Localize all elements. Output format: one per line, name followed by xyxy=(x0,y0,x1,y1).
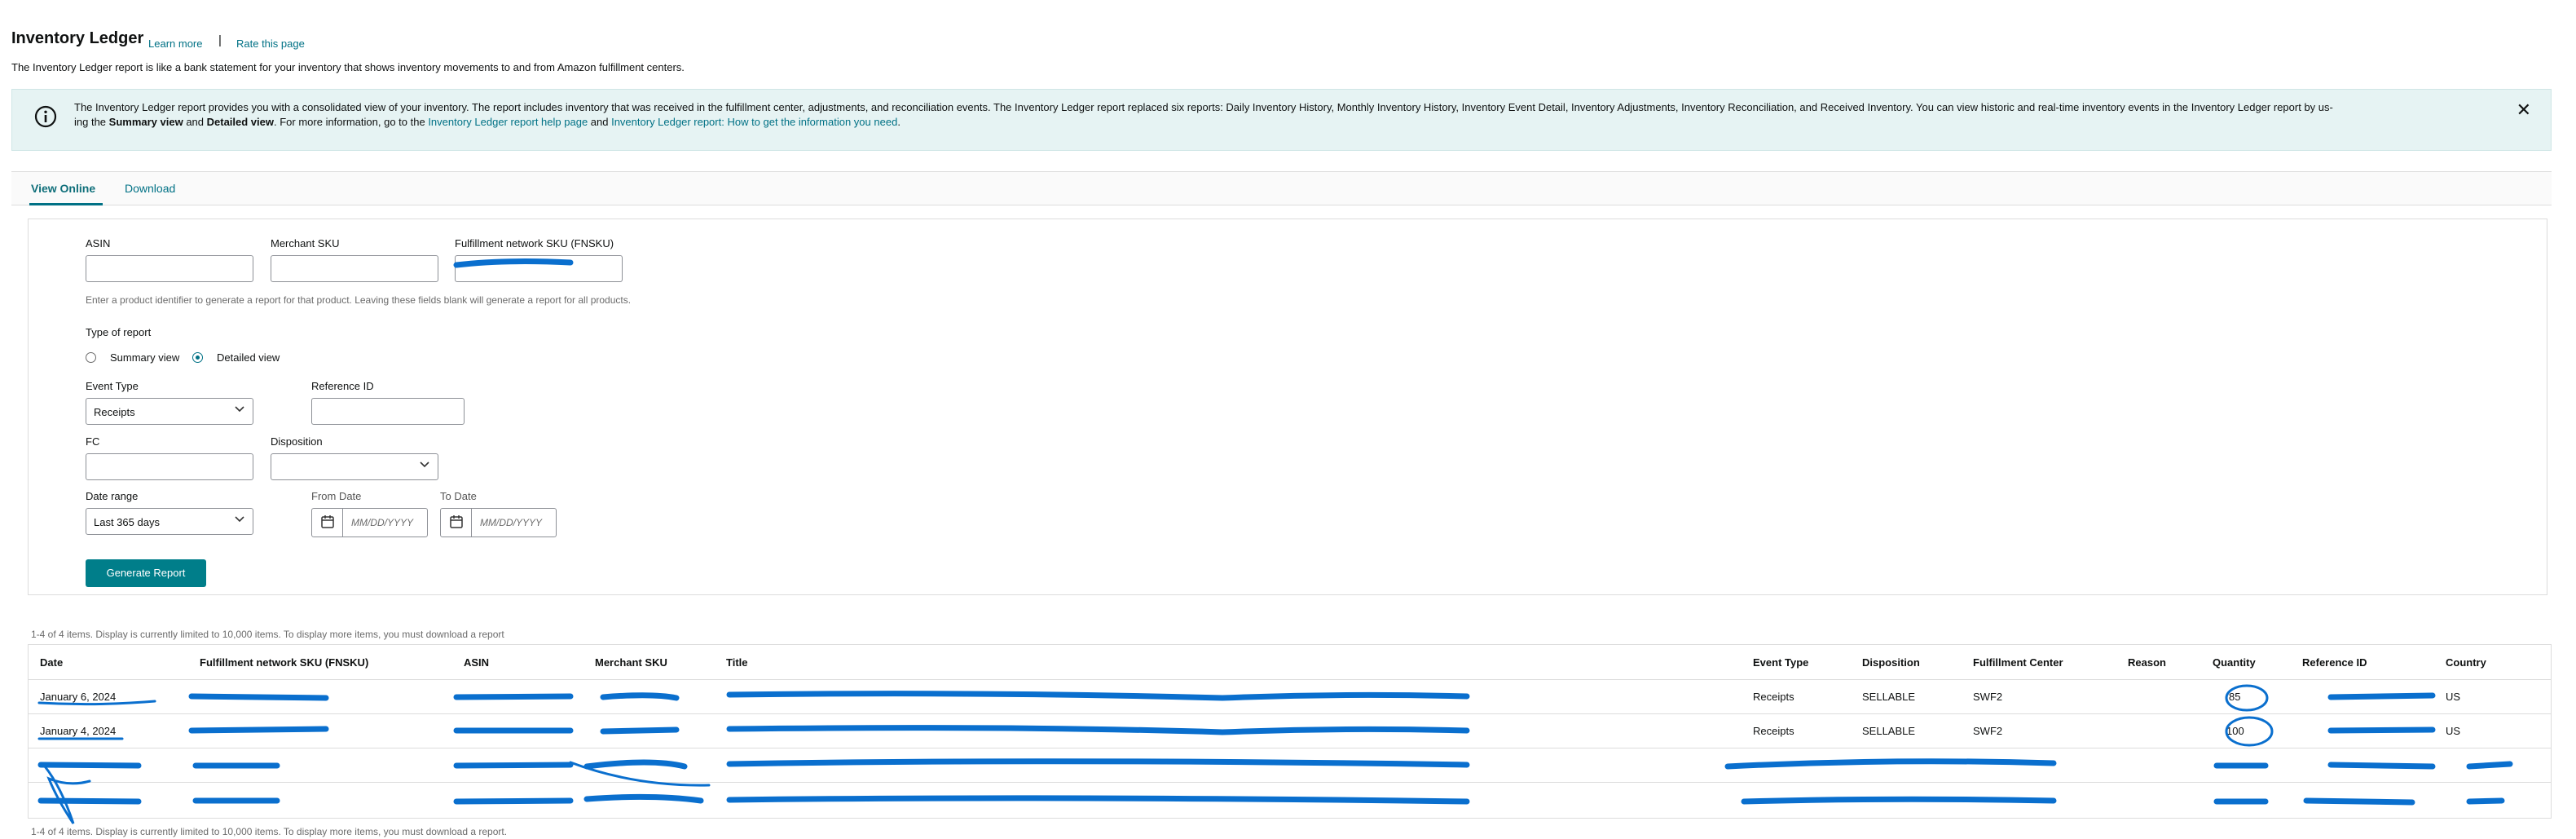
reference-id-label: Reference ID xyxy=(311,380,374,392)
cell-quantity: 85 xyxy=(2229,691,2241,703)
col-quantity[interactable]: Quantity xyxy=(2213,656,2256,669)
fc-label: FC xyxy=(86,435,100,448)
report-tabs: View Online Download xyxy=(11,171,2552,205)
col-fnsku[interactable]: Fulfillment network SKU (FNSKU) xyxy=(200,656,368,669)
generate-report-button[interactable]: Generate Report xyxy=(86,559,206,587)
event-type-select[interactable]: Receipts xyxy=(86,398,253,425)
date-range-label: Date range xyxy=(86,490,139,502)
cell-country: US xyxy=(2446,691,2461,703)
cell-quantity: 100 xyxy=(2226,725,2244,737)
chevron-down-icon xyxy=(235,516,244,523)
help-page-link[interactable]: Inventory Ledger report help page xyxy=(428,116,588,128)
chevron-down-icon xyxy=(420,461,429,468)
results-table: Date Fulfillment network SKU (FNSKU) ASI… xyxy=(28,644,2552,819)
calendar-icon xyxy=(321,515,334,528)
to-date-label: To Date xyxy=(440,490,477,502)
col-reference-id[interactable]: Reference ID xyxy=(2302,656,2367,669)
fnsku-input[interactable] xyxy=(455,255,623,282)
cell-country: US xyxy=(2446,725,2461,737)
info-banner-text: The Inventory Ledger report provides you… xyxy=(74,100,2503,130)
date-range-value: Last 365 days xyxy=(94,516,160,528)
fnsku-label: Fulfillment network SKU (FNSKU) xyxy=(455,237,614,249)
to-date-input[interactable]: MM/DD/YYYY xyxy=(440,508,557,537)
close-icon[interactable]: ✕ xyxy=(2517,99,2531,121)
table-row[interactable]: January 6, 2024 Receipts SELLABLE SWF2 8… xyxy=(29,679,2551,713)
disposition-select[interactable] xyxy=(271,453,438,480)
col-title[interactable]: Title xyxy=(726,656,748,669)
identifier-hint: Enter a product identifier to generate a… xyxy=(86,294,632,306)
col-reason[interactable]: Reason xyxy=(2128,656,2166,669)
info-banner: The Inventory Ledger report provides you… xyxy=(11,89,2552,151)
reference-id-input[interactable] xyxy=(311,398,465,425)
col-merchant-sku[interactable]: Merchant SKU xyxy=(595,656,667,669)
page-title: Inventory Ledger xyxy=(11,29,144,47)
banner-line2-mid: . For more information, go to the xyxy=(274,116,429,128)
tab-download[interactable]: Download xyxy=(125,182,175,195)
cell-date: January 4, 2024 xyxy=(40,725,117,737)
active-tab-indicator xyxy=(29,203,103,205)
table-row[interactable] xyxy=(29,782,2551,816)
event-type-label: Event Type xyxy=(86,380,139,392)
asin-label: ASIN xyxy=(86,237,111,249)
info-icon xyxy=(34,105,57,128)
from-date-input[interactable]: MM/DD/YYYY xyxy=(311,508,428,537)
summary-view-bold: Summary view xyxy=(108,116,183,128)
learn-more-link[interactable]: Learn more xyxy=(148,38,202,50)
table-row[interactable] xyxy=(29,748,2551,782)
calendar-icon-wrap[interactable] xyxy=(312,509,343,537)
header-separator: | xyxy=(218,33,222,47)
cell-event-type: Receipts xyxy=(1753,725,1794,737)
col-country[interactable]: Country xyxy=(2446,656,2486,669)
banner-period: . xyxy=(897,116,900,128)
cell-fc: SWF2 xyxy=(1973,691,2003,703)
cell-disposition: SELLABLE xyxy=(1862,691,1916,703)
col-asin[interactable]: ASIN xyxy=(464,656,489,669)
cell-disposition: SELLABLE xyxy=(1862,725,1916,737)
banner-line2-prefix: ing the xyxy=(74,116,109,128)
from-date-placeholder: MM/DD/YYYY xyxy=(351,517,414,528)
event-type-value: Receipts xyxy=(94,406,135,418)
banner-line1: The Inventory Ledger report provides you… xyxy=(74,101,2333,113)
report-type-label: Type of report xyxy=(86,326,152,338)
disposition-label: Disposition xyxy=(271,435,323,448)
calendar-icon xyxy=(450,515,463,528)
results-footer-count: 1-4 of 4 items. Display is currently lim… xyxy=(31,826,508,837)
col-event-type[interactable]: Event Type xyxy=(1753,656,1808,669)
fc-input[interactable] xyxy=(86,453,253,480)
summary-view-radio[interactable] xyxy=(86,352,96,363)
merchant-sku-label: Merchant SKU xyxy=(271,237,340,249)
page-subtitle: The Inventory Ledger report is like a ba… xyxy=(11,61,685,73)
date-range-select[interactable]: Last 365 days xyxy=(86,508,253,535)
cell-event-type: Receipts xyxy=(1753,691,1794,703)
col-fulfillment-center[interactable]: Fulfillment Center xyxy=(1973,656,2063,669)
detailed-view-radio[interactable] xyxy=(192,352,203,363)
col-disposition[interactable]: Disposition xyxy=(1862,656,1920,669)
banner-and: and xyxy=(183,116,207,128)
calendar-icon-wrap[interactable] xyxy=(441,509,472,537)
summary-view-label[interactable]: Summary view xyxy=(110,351,179,364)
chevron-down-icon xyxy=(235,406,244,413)
cell-fc: SWF2 xyxy=(1973,725,2003,737)
table-row[interactable]: January 4, 2024 Receipts SELLABLE SWF2 1… xyxy=(29,713,2551,748)
results-count: 1-4 of 4 items. Display is currently lim… xyxy=(31,629,504,640)
merchant-sku-input[interactable] xyxy=(271,255,438,282)
col-date[interactable]: Date xyxy=(40,656,63,669)
from-date-label: From Date xyxy=(311,490,362,502)
asin-input[interactable] xyxy=(86,255,253,282)
detailed-view-label[interactable]: Detailed view xyxy=(217,351,280,364)
tab-view-online[interactable]: View Online xyxy=(31,182,95,195)
detailed-view-bold: Detailed view xyxy=(206,116,274,128)
rate-page-link[interactable]: Rate this page xyxy=(236,38,305,50)
banner-and-2: and xyxy=(588,116,612,128)
report-form-panel: ASIN Merchant SKU Fulfillment network SK… xyxy=(28,219,2547,595)
to-date-placeholder: MM/DD/YYYY xyxy=(480,517,543,528)
cell-date: January 6, 2024 xyxy=(40,691,117,703)
how-to-link[interactable]: Inventory Ledger report: How to get the … xyxy=(611,116,897,128)
